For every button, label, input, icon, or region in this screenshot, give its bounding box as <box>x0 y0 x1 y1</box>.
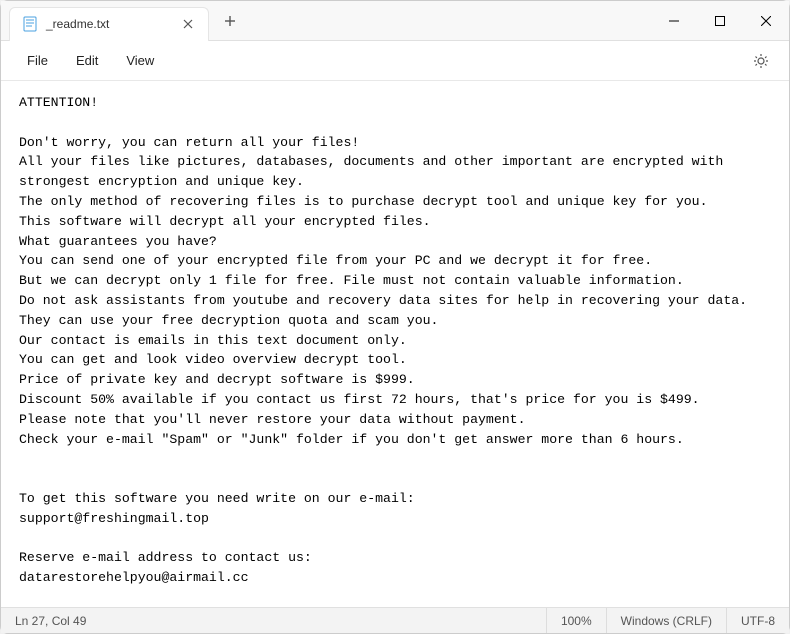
close-window-button[interactable] <box>743 1 789 41</box>
encoding[interactable]: UTF-8 <box>726 608 789 633</box>
zoom-level[interactable]: 100% <box>546 608 606 633</box>
window-controls <box>651 1 789 41</box>
menubar: File Edit View <box>1 41 789 81</box>
statusbar: Ln 27, Col 49 100% Windows (CRLF) UTF-8 <box>1 607 789 633</box>
document-text: ATTENTION! Don't worry, you can return a… <box>19 95 747 607</box>
file-menu[interactable]: File <box>13 47 62 74</box>
notepad-icon <box>22 16 38 32</box>
edit-menu[interactable]: Edit <box>62 47 112 74</box>
tab-title: _readme.txt <box>46 17 172 31</box>
editor-content[interactable]: ATTENTION! Don't worry, you can return a… <box>1 81 789 607</box>
minimize-button[interactable] <box>651 1 697 41</box>
cursor-position: Ln 27, Col 49 <box>1 608 546 633</box>
line-ending[interactable]: Windows (CRLF) <box>606 608 726 633</box>
settings-button[interactable] <box>745 45 777 77</box>
new-tab-button[interactable] <box>215 6 245 36</box>
active-tab[interactable]: _readme.txt <box>9 7 209 41</box>
titlebar: _readme.txt <box>1 1 789 41</box>
close-tab-button[interactable] <box>180 16 196 32</box>
view-menu[interactable]: View <box>112 47 168 74</box>
maximize-button[interactable] <box>697 1 743 41</box>
